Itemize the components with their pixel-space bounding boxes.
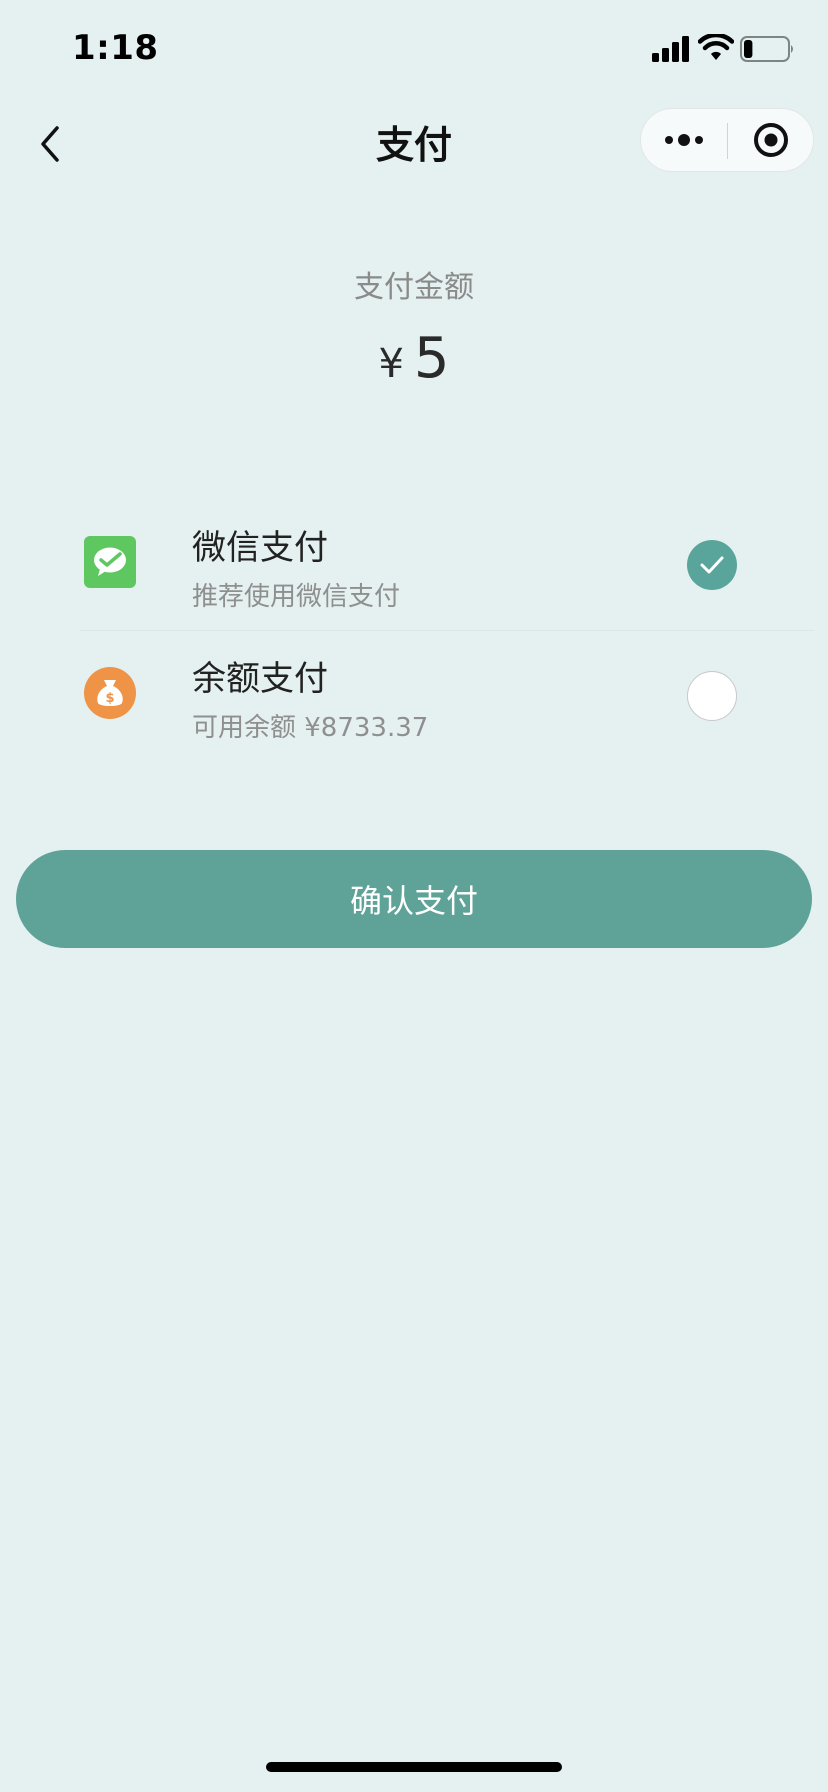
method-subtitle: 推荐使用微信支付	[192, 582, 401, 612]
wechat-pay-icon	[84, 536, 136, 588]
navigation-bar: 支付	[0, 100, 828, 188]
status-time: 1:18	[72, 28, 159, 68]
more-options-button[interactable]	[641, 109, 727, 171]
cellular-signal-icon	[652, 36, 689, 62]
status-bar: 1:18	[0, 0, 828, 100]
more-dots-icon	[665, 134, 703, 146]
target-circle-icon	[754, 123, 788, 157]
svg-text:$: $	[105, 691, 114, 706]
confirm-payment-button[interactable]: 确认支付	[16, 850, 812, 948]
checkmark-icon	[700, 556, 724, 574]
amount-number: 5	[413, 326, 450, 391]
method-title: 微信支付	[192, 528, 328, 568]
wifi-icon	[698, 34, 734, 60]
mini-program-capsule	[640, 108, 814, 172]
payment-method-balance[interactable]: $ 余额支付 可用余额 ¥8733.37	[80, 631, 814, 761]
amount-label: 支付金额	[354, 270, 474, 305]
radio-unselected[interactable]	[687, 671, 737, 721]
radio-selected[interactable]	[687, 540, 737, 590]
method-title: 余额支付	[192, 659, 328, 699]
money-bag-icon: $	[84, 667, 136, 719]
payment-method-wechat[interactable]: 微信支付 推荐使用微信支付	[80, 500, 814, 631]
amount-value: ¥5	[0, 326, 828, 391]
home-indicator	[266, 1762, 562, 1772]
payment-methods-list: 微信支付 推荐使用微信支付 $ 余额支付 可用余额 ¥8733.37	[80, 500, 814, 761]
amount-currency: ¥	[378, 341, 404, 387]
close-mini-program-button[interactable]	[728, 109, 814, 171]
method-subtitle: 可用余额 ¥8733.37	[192, 713, 429, 743]
battery-icon	[740, 36, 793, 62]
